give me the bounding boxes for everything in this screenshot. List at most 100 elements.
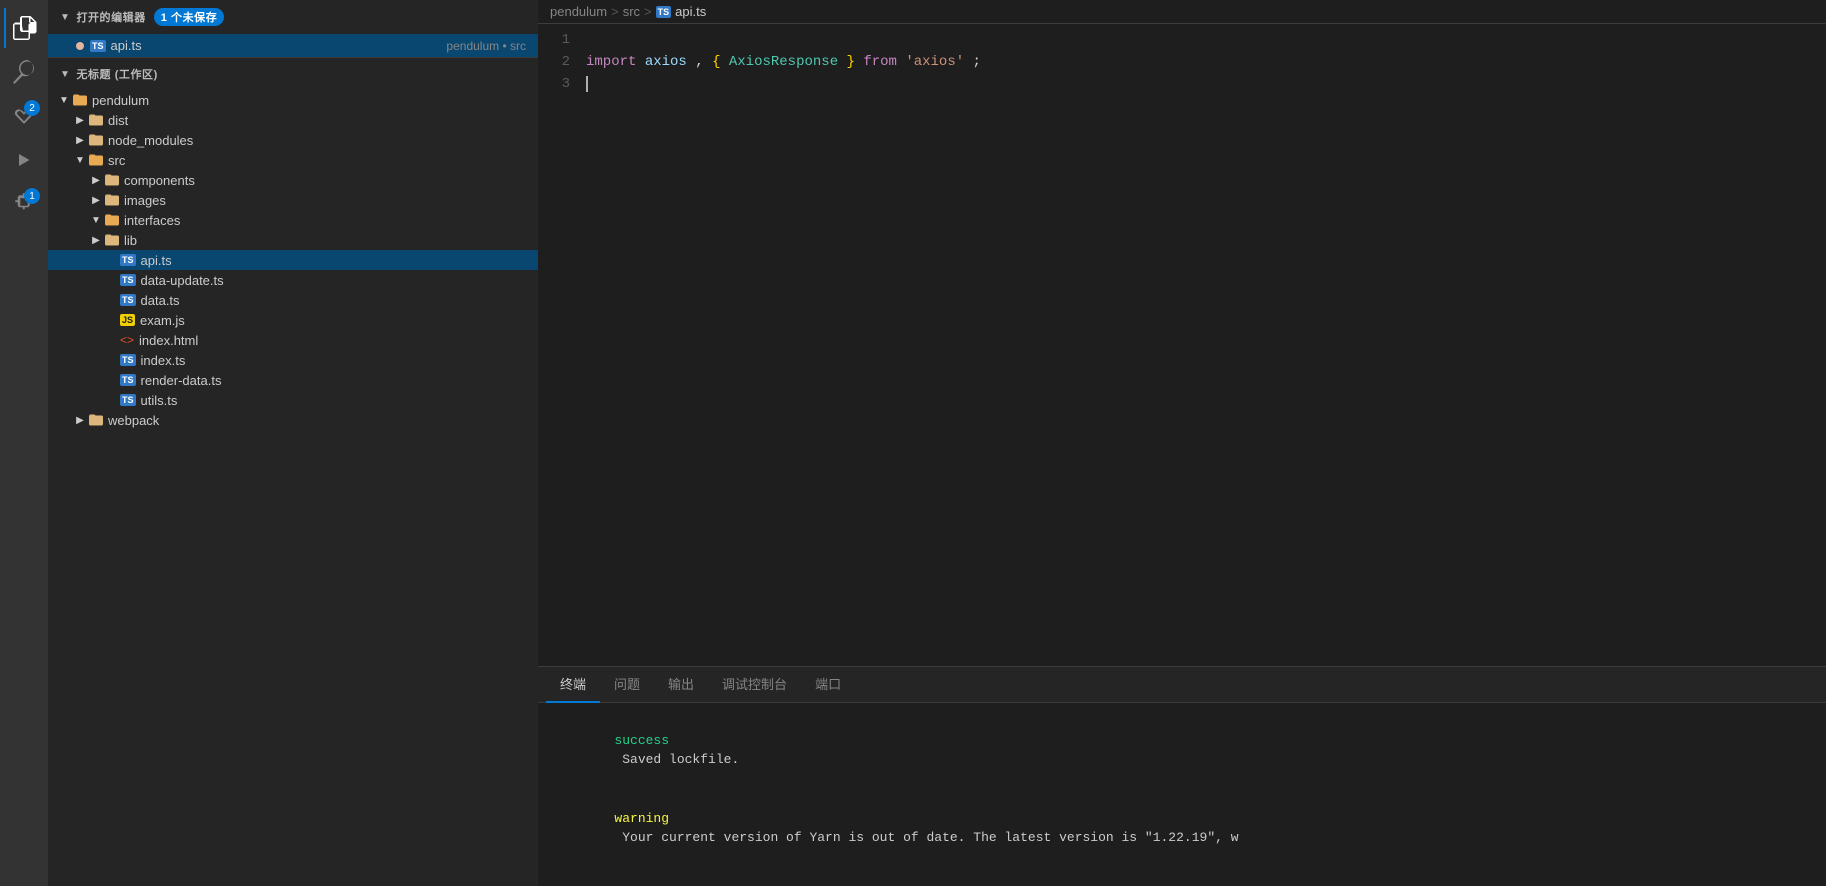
workspace-header[interactable]: ▼ 无标题 (工作区): [48, 58, 538, 90]
ts-icon-render-data: TS: [120, 374, 136, 386]
open-editors-label: 打开的编辑器: [76, 9, 145, 25]
tree-item-index-html[interactable]: <> index.html: [48, 330, 538, 350]
tree-item-src[interactable]: src: [48, 150, 538, 170]
ts-icon-index: TS: [120, 354, 136, 366]
breadcrumb-filename: api.ts: [675, 4, 706, 19]
editor-cursor: [586, 76, 588, 92]
comma: ,: [695, 54, 712, 70]
term-line-success: success Saved lockfile.: [552, 711, 1812, 789]
tree-item-components[interactable]: components: [48, 170, 538, 190]
tree-item-pendulum[interactable]: pendulum: [48, 90, 538, 110]
line-content-2: import axios , { AxiosResponse } from 'a…: [586, 54, 1818, 70]
tree-label-utils-ts: utils.ts: [141, 393, 178, 408]
tab-output[interactable]: 输出: [654, 666, 708, 703]
open-editors-arrow: ▼: [60, 12, 70, 23]
tab-ports[interactable]: 端口: [801, 666, 855, 703]
line-number-2: 2: [538, 54, 586, 70]
tree-item-lib[interactable]: lib: [48, 230, 538, 250]
semicolon: ;: [973, 54, 981, 70]
folder-arrow-pendulum: [56, 92, 72, 108]
source-control-badge: 2: [24, 100, 40, 116]
empty-arrow-5: [104, 332, 120, 348]
code-line-2: 2 import axios , { AxiosResponse } from …: [538, 54, 1826, 76]
folder-arrow-lib: [88, 232, 104, 248]
breadcrumb-sep-2: >: [644, 4, 652, 19]
sidebar: ▼ 打开的编辑器 1 个未保存 TS api.ts pendulum • src…: [48, 0, 538, 886]
editor-file-path: pendulum • src: [446, 39, 526, 53]
source-control-icon[interactable]: 2: [4, 96, 44, 136]
keyword-import: import: [586, 54, 636, 70]
breadcrumb-sep-1: >: [611, 4, 619, 19]
tree-label-interfaces: interfaces: [124, 213, 180, 228]
folder-arrow-webpack: [72, 412, 88, 428]
unsaved-dot: [76, 42, 84, 50]
folder-arrow-node-modules: [72, 132, 88, 148]
tree-label-components: components: [124, 173, 195, 188]
tree-label-lib: lib: [124, 233, 137, 248]
tree-item-interfaces[interactable]: interfaces: [48, 210, 538, 230]
ts-icon-utils: TS: [120, 394, 136, 406]
empty-arrow-3: [104, 292, 120, 308]
tree-item-data-update-ts[interactable]: TS data-update.ts: [48, 270, 538, 290]
term-line-warning: warning Your current version of Yarn is …: [552, 789, 1812, 867]
axiosresponse-identifier: AxiosResponse: [729, 54, 838, 70]
tree-label-webpack: webpack: [108, 413, 159, 428]
empty-arrow-2: [104, 272, 120, 288]
tree-label-data-ts: data.ts: [141, 293, 180, 308]
tree-label-pendulum: pendulum: [92, 93, 149, 108]
run-icon[interactable]: [4, 140, 44, 180]
search-icon[interactable]: [4, 52, 44, 92]
tree-item-api-ts[interactable]: TS api.ts: [48, 250, 538, 270]
tab-terminal[interactable]: 终端: [546, 666, 600, 703]
tab-problems[interactable]: 问题: [600, 666, 654, 703]
tree-label-images: images: [124, 193, 166, 208]
tree-label-api-ts: api.ts: [141, 253, 172, 268]
explorer-tree: pendulum dist node_modules src c: [48, 90, 538, 886]
editor-tab-item[interactable]: TS api.ts pendulum • src: [48, 34, 538, 57]
tree-item-exam-js[interactable]: JS exam.js: [48, 310, 538, 330]
breadcrumb-ts-icon: TS: [656, 6, 672, 18]
activity-bar: 2 1: [0, 0, 48, 886]
ts-icon: TS: [90, 40, 106, 52]
tree-item-utils-ts[interactable]: TS utils.ts: [48, 390, 538, 410]
tree-label-index-html: index.html: [139, 333, 198, 348]
workspace-label: 无标题 (工作区): [76, 66, 157, 82]
brace-close: }: [847, 54, 855, 70]
folder-arrow-src: [72, 152, 88, 168]
line-number-1: 1: [538, 32, 586, 48]
main-area: pendulum > src > TS api.ts 1 2 import ax…: [538, 0, 1826, 886]
tree-item-images[interactable]: images: [48, 190, 538, 210]
tree-label-dist: dist: [108, 113, 128, 128]
tree-item-webpack[interactable]: webpack: [48, 410, 538, 430]
tree-item-data-ts[interactable]: TS data.ts: [48, 290, 538, 310]
files-icon[interactable]: [4, 8, 44, 48]
code-line-1: 1: [538, 32, 1826, 54]
code-line-3: 3: [538, 76, 1826, 98]
empty-arrow-4: [104, 312, 120, 328]
empty-arrow: [104, 252, 120, 268]
tree-item-dist[interactable]: dist: [48, 110, 538, 130]
open-editors-section: ▼ 打开的编辑器 1 个未保存 TS api.ts pendulum • src: [48, 0, 538, 58]
empty-arrow-8: [104, 392, 120, 408]
open-editors-header[interactable]: ▼ 打开的编辑器 1 个未保存: [48, 0, 538, 34]
term-success-text: Saved lockfile.: [614, 752, 739, 767]
line-content-3: [586, 76, 1818, 92]
workspace-arrow: ▼: [60, 69, 70, 80]
brace-open: {: [712, 54, 720, 70]
ts-icon-data: TS: [120, 294, 136, 306]
breadcrumb-pendulum: pendulum: [550, 4, 607, 19]
tree-item-node-modules[interactable]: node_modules: [48, 130, 538, 150]
axios-identifier: axios: [645, 54, 687, 70]
terminal-tabs: 终端 问题 输出 调试控制台 端口: [538, 667, 1826, 703]
term-success-label: success: [614, 733, 669, 748]
breadcrumb: pendulum > src > TS api.ts: [538, 0, 1826, 24]
tab-debug-console[interactable]: 调试控制台: [708, 666, 801, 703]
folder-arrow-dist: [72, 112, 88, 128]
extensions-icon[interactable]: 1: [4, 184, 44, 224]
tree-item-render-data-ts[interactable]: TS render-data.ts: [48, 370, 538, 390]
code-editor[interactable]: 1 2 import axios , { AxiosResponse } fro…: [538, 24, 1826, 666]
tree-item-index-ts[interactable]: TS index.ts: [48, 350, 538, 370]
ts-icon-data-update: TS: [120, 274, 136, 286]
tree-label-exam-js: exam.js: [140, 313, 185, 328]
term-warning-text: Your current version of Yarn is out of d…: [614, 830, 1238, 845]
